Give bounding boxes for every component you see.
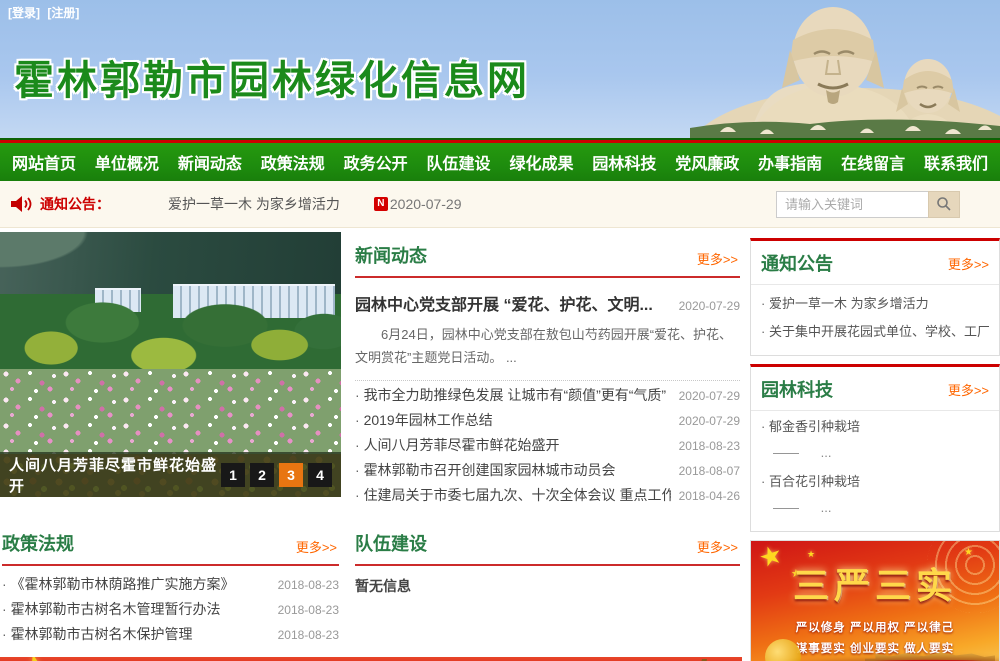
news-list: 我市全力助推绿色发展 让城市有“颜值”更有“气质” 2020-07-29 201… bbox=[355, 385, 740, 510]
featured-news-summary: 6月24日，园林中心党支部在敖包山芍药园开展“爱花、护花、文明赏花”主题党日活动… bbox=[355, 324, 740, 381]
right-sidebar: 通知公告 更多>> 爱护一草一木 为家乡增活力 关于集中开展花园式单位、学校、工… bbox=[750, 232, 1000, 661]
news-list-item: 我市全力助推绿色发展 让城市有“颜值”更有“气质” 2020-07-29 bbox=[355, 385, 740, 410]
slogan-title: 三严三实 bbox=[751, 557, 999, 609]
nav-item-contact[interactable]: 联系我们 bbox=[924, 150, 988, 174]
slogan-line: 严以修身 严以用权 严以律己 bbox=[751, 619, 999, 635]
policy-list: 《霍林郭勒市林荫路推广实施方案》 2018-08-23 霍林郭勒市古树名木管理暂… bbox=[2, 574, 339, 649]
carousel-caption-bar: 人间八月芳菲尽霍市鲜花始盛开 1 2 3 4 bbox=[0, 452, 341, 497]
search-area bbox=[776, 191, 960, 218]
team-section-title: 队伍建设 bbox=[355, 530, 427, 556]
search-input[interactable] bbox=[776, 191, 928, 218]
notices-list: 爱护一草一木 为家乡增活力 关于集中开展花园式单位、学校、工厂... bbox=[751, 285, 999, 355]
nav-item-gov-open[interactable]: 政务公开 bbox=[344, 150, 408, 174]
site-header: [登录] [注册] 霍林郭勒市园林绿化信息网 bbox=[0, 0, 1000, 138]
nav-item-team[interactable]: 队伍建设 bbox=[427, 150, 491, 174]
news-item-date: 2018-04-26 bbox=[679, 489, 740, 503]
search-icon bbox=[936, 196, 952, 212]
news-item-link[interactable]: 人间八月芳菲尽霍市鲜花始盛开 bbox=[355, 435, 671, 455]
nav-item-party[interactable]: 党风廉政 bbox=[675, 150, 739, 174]
news-item-date: 2018-08-23 bbox=[679, 439, 740, 453]
policy-item-link[interactable]: 《霍林郭勒市林荫路推广实施方案》 bbox=[2, 574, 270, 594]
news-list-item: 霍林郭勒市召开创建国家园林城市动员会 2018-08-07 bbox=[355, 460, 740, 485]
nav-item-guide[interactable]: 办事指南 bbox=[758, 150, 822, 174]
pager-button-4[interactable]: 4 bbox=[308, 463, 332, 487]
news-section-title: 新闻动态 bbox=[355, 242, 427, 268]
news-list-item: 人间八月芳菲尽霍市鲜花始盛开 2018-08-23 bbox=[355, 435, 740, 460]
news-item-link[interactable]: 住建局关于市委七届九次、十次全体会议 重点工作任... bbox=[355, 485, 671, 505]
carousel-pager: 1 2 3 4 bbox=[221, 463, 332, 487]
register-link[interactable]: [注册] bbox=[47, 6, 79, 20]
new-badge-icon: N bbox=[374, 197, 388, 211]
statue-banner-image bbox=[690, 0, 1000, 138]
notice-item-link[interactable]: 爱护一草一木 为家乡增活力 bbox=[761, 290, 989, 318]
tech-item-link[interactable]: 郁金香引种栽培 bbox=[761, 414, 989, 440]
notices-box: 通知公告 更多>> 爱护一草一木 为家乡增活力 关于集中开展花园式单位、学校、工… bbox=[750, 238, 1000, 356]
notices-more-link[interactable]: 更多>> bbox=[948, 254, 989, 273]
nav-item-news[interactable]: 新闻动态 bbox=[178, 150, 242, 174]
notice-label: 通知公告： bbox=[40, 194, 110, 214]
news-item-link[interactable]: 我市全力助推绿色发展 让城市有“颜值”更有“气质” bbox=[355, 385, 671, 405]
policy-item-link[interactable]: 霍林郭勒市古树名木管理暂行办法 bbox=[2, 599, 270, 619]
tech-item-sub: —— ... bbox=[761, 495, 989, 521]
policy-more-link[interactable]: 更多>> bbox=[296, 537, 337, 556]
featured-news-date: 2020-07-29 bbox=[679, 299, 740, 313]
content-area: 人间八月芳菲尽霍市鲜花始盛开 1 2 3 4 新闻动态 更多>> 园林中心党支部… bbox=[0, 228, 1000, 661]
nav-item-policy[interactable]: 政策法规 bbox=[261, 150, 325, 174]
tech-item: 郁金香引种栽培 —— ... bbox=[751, 411, 999, 466]
policy-item-date: 2018-08-23 bbox=[278, 603, 339, 617]
team-section: 队伍建设 更多>> 暂无信息 bbox=[349, 520, 742, 649]
notice-ticker-link[interactable]: 爱护一草一木 为家乡增活力 bbox=[168, 194, 340, 214]
tech-box-title: 园林科技 bbox=[761, 376, 833, 402]
notice-date: 2020-07-29 bbox=[390, 196, 462, 212]
news-item-link[interactable]: 2019年园林工作总结 bbox=[355, 410, 671, 430]
news-more-link[interactable]: 更多>> bbox=[697, 249, 738, 268]
news-item-date: 2020-07-29 bbox=[679, 414, 740, 428]
news-list-item: 2019年园林工作总结 2020-07-29 bbox=[355, 410, 740, 435]
team-empty-text: 暂无信息 bbox=[355, 576, 740, 596]
notice-bar: 通知公告： 爱护一草一木 为家乡增活力 N 2020-07-29 bbox=[0, 181, 1000, 228]
policy-list-item: 霍林郭勒市古树名木管理暂行办法 2018-08-23 bbox=[2, 599, 339, 624]
policy-item-link[interactable]: 霍林郭勒市古树名木保护管理 bbox=[2, 624, 270, 644]
star-icon: ★ bbox=[80, 657, 95, 661]
tech-item-sub: —— ... bbox=[761, 440, 989, 466]
slogan-banner-image[interactable]: ★ ★ ★ ★ 三严三实 严以修身 严以用权 严以律己 谋事要实 创业要实 做人… bbox=[750, 540, 1000, 661]
carousel-caption[interactable]: 人间八月芳菲尽霍市鲜花始盛开 bbox=[9, 454, 221, 496]
pager-button-1[interactable]: 1 bbox=[221, 463, 245, 487]
pager-button-3-active[interactable]: 3 bbox=[279, 463, 303, 487]
pager-button-2[interactable]: 2 bbox=[250, 463, 274, 487]
auth-links: [登录] [注册] bbox=[8, 4, 83, 21]
nav-item-tech[interactable]: 园林科技 bbox=[592, 150, 656, 174]
news-item-date: 2020-07-29 bbox=[679, 389, 740, 403]
nav-item-message[interactable]: 在线留言 bbox=[841, 150, 905, 174]
news-section: 新闻动态 更多>> 园林中心党支部开展 “爱花、护花、文明... 2020-07… bbox=[349, 232, 742, 510]
tech-item: 百合花引种栽培 —— ... bbox=[751, 466, 999, 521]
star-icon: ★ bbox=[5, 657, 72, 661]
news-list-item: 住建局关于市委七届九次、十次全体会议 重点工作任... 2018-04-26 bbox=[355, 485, 740, 510]
notice-item-link[interactable]: 关于集中开展花园式单位、学校、工厂... bbox=[761, 318, 989, 346]
speaker-icon bbox=[10, 195, 32, 213]
main-nav: 网站首页 单位概况 新闻动态 政策法规 政务公开 队伍建设 绿化成果 园林科技 … bbox=[0, 138, 1000, 181]
login-link[interactable]: [登录] bbox=[8, 6, 40, 20]
nav-item-achievements[interactable]: 绿化成果 bbox=[509, 150, 573, 174]
tech-more-link[interactable]: 更多>> bbox=[948, 380, 989, 399]
team-more-link[interactable]: 更多>> bbox=[697, 537, 738, 556]
nav-item-about[interactable]: 单位概况 bbox=[95, 150, 159, 174]
policy-section-title: 政策法规 bbox=[2, 530, 74, 556]
news-item-link[interactable]: 霍林郭勒市召开创建国家园林城市动员会 bbox=[355, 460, 671, 480]
policy-section: 政策法规 更多>> 《霍林郭勒市林荫路推广实施方案》 2018-08-23 霍林… bbox=[0, 520, 341, 649]
notices-box-title: 通知公告 bbox=[761, 250, 833, 276]
tech-item-link[interactable]: 百合花引种栽培 bbox=[761, 469, 989, 495]
nav-item-home[interactable]: 网站首页 bbox=[12, 150, 76, 174]
news-item-date: 2018-08-07 bbox=[679, 464, 740, 478]
policy-list-item: 《霍林郭勒市林荫路推广实施方案》 2018-08-23 bbox=[2, 574, 339, 599]
policy-list-item: 霍林郭勒市古树名木保护管理 2018-08-23 bbox=[2, 624, 339, 649]
tech-box: 园林科技 更多>> 郁金香引种栽培 —— ... 百合花引种栽培 —— ... bbox=[750, 364, 1000, 532]
site-title: 霍林郭勒市园林绿化信息网 bbox=[14, 48, 530, 106]
policy-item-date: 2018-08-23 bbox=[278, 578, 339, 592]
policy-item-date: 2018-08-23 bbox=[278, 628, 339, 642]
search-button[interactable] bbox=[928, 191, 960, 218]
featured-news-title[interactable]: 园林中心党支部开展 “爱花、护花、文明... bbox=[355, 291, 673, 315]
bottom-propaganda-banner: ★ ★ ★ ★ bbox=[0, 657, 742, 661]
carousel[interactable]: 人间八月芳菲尽霍市鲜花始盛开 1 2 3 4 bbox=[0, 232, 341, 497]
